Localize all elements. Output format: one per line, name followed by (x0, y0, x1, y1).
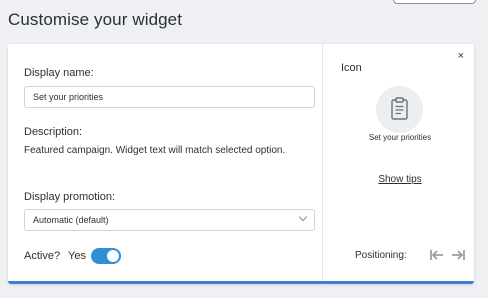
description-label: Description: (24, 126, 83, 138)
icon-caption: Set your priorities (368, 133, 432, 142)
preview-pane: × Icon Set your priorities Show tips Pos… (323, 44, 474, 281)
toggle-knob (107, 250, 119, 262)
active-label: Active? (24, 250, 61, 262)
positioning-label: Positioning: (355, 250, 407, 261)
display-name-input[interactable]: Set your priorities (24, 86, 315, 108)
close-icon[interactable]: × (458, 50, 464, 62)
display-promotion-selected: Automatic (default) (33, 215, 109, 225)
chevron-down-icon (298, 212, 308, 222)
description-text: Featured campaign. Widget text will matc… (24, 145, 286, 156)
icon-section-label: Icon (341, 62, 362, 74)
active-toggle[interactable] (91, 248, 121, 264)
clipboard-icon (391, 97, 408, 120)
display-name-label: Display name: (24, 67, 94, 79)
show-tips-link[interactable]: Show tips (353, 174, 447, 185)
top-action-button[interactable] (393, 0, 476, 4)
widget-icon-preview[interactable] (376, 86, 423, 133)
align-right-arrow-icon[interactable] (450, 248, 466, 262)
display-promotion-select[interactable]: Automatic (default) (24, 209, 315, 231)
page-title: Customise your widget (8, 10, 183, 29)
display-promotion-label: Display promotion: (24, 191, 116, 203)
align-left-arrow-icon[interactable] (429, 248, 445, 262)
widget-settings-card: Display name: Set your priorities Descri… (8, 44, 474, 284)
settings-form: Display name: Set your priorities Descri… (8, 44, 322, 281)
active-value-label: Yes (68, 250, 86, 262)
